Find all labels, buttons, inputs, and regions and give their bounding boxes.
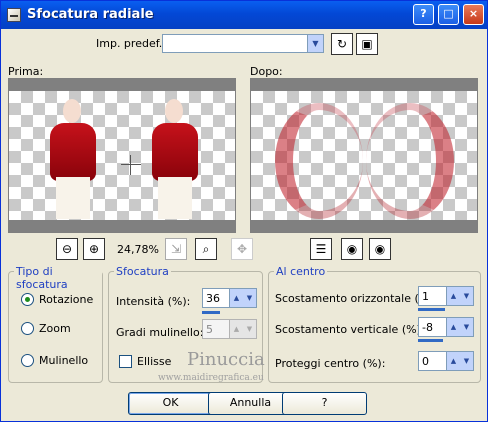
before-checkerboard bbox=[9, 91, 235, 220]
after-blur-right bbox=[366, 103, 454, 219]
vertical-slider-fill[interactable] bbox=[418, 339, 443, 342]
zoom-out-icon[interactable]: ⊖ bbox=[56, 238, 78, 260]
watermark-name: Pinuccia bbox=[187, 349, 265, 370]
ellipse-checkbox-icon[interactable] bbox=[119, 355, 132, 368]
zoom-level: 24,78% bbox=[117, 243, 159, 256]
center-group: Al centro Scostamento orizzontale (%): 1… bbox=[268, 265, 481, 383]
vertical-offset-value: -8 bbox=[422, 321, 433, 334]
horizontal-slider-fill[interactable] bbox=[418, 308, 445, 311]
pan-icon[interactable]: ✥ bbox=[231, 238, 253, 260]
radio-rotazione[interactable]: Rotazione bbox=[21, 293, 93, 306]
before-figure-left bbox=[43, 99, 101, 225]
blur-type-group: Tipo di sfocatura Rotazione Zoom Mulinel… bbox=[8, 265, 103, 383]
ellipse-checkbox[interactable]: Ellisse bbox=[119, 355, 171, 368]
preset-dropdown[interactable]: ▼ bbox=[162, 34, 324, 53]
vertical-offset-spinner[interactable]: -8 ▲ ▼ bbox=[418, 317, 474, 337]
intensity-slider-fill[interactable] bbox=[202, 311, 220, 314]
horizontal-offset-label: Scostamento orizzontale (%): bbox=[275, 292, 438, 305]
center-title: Al centro bbox=[274, 265, 328, 278]
help-question-button[interactable]: ? bbox=[282, 392, 367, 415]
twirl-value: 5 bbox=[206, 323, 213, 336]
after-checkerboard bbox=[251, 91, 477, 220]
eye-preview-icon[interactable]: ◉ bbox=[341, 238, 363, 260]
app-icon bbox=[7, 8, 21, 22]
intensity-spinner[interactable]: 36 ▲ ▼ bbox=[202, 288, 257, 308]
help-button[interactable]: ? bbox=[413, 4, 434, 25]
intensity-value: 36 bbox=[206, 292, 220, 305]
vertical-offset-label: Scostamento verticale (%): bbox=[275, 323, 425, 336]
horizontal-offset-spinner[interactable]: 1 ▲ ▼ bbox=[418, 286, 474, 306]
center-crosshair-icon[interactable] bbox=[121, 155, 141, 175]
close-button[interactable]: × bbox=[463, 4, 484, 25]
blur-settings-title: Sfocatura bbox=[114, 265, 171, 278]
fit-window-icon[interactable]: ⇲ bbox=[165, 238, 187, 260]
after-blur-left bbox=[275, 103, 363, 219]
radio-zoom-icon[interactable] bbox=[21, 322, 34, 335]
chevron-down-icon[interactable]: ▼ bbox=[307, 35, 323, 52]
vertical-spin-buttons[interactable]: ▲ ▼ bbox=[446, 318, 473, 336]
intensity-label: Intensità (%): bbox=[116, 295, 191, 308]
radio-mulinello-icon[interactable] bbox=[21, 354, 34, 367]
horizontal-offset-value: 1 bbox=[422, 290, 429, 303]
preview-zoom-icon[interactable]: ⌕ bbox=[195, 238, 217, 260]
radio-mulinello[interactable]: Mulinello bbox=[21, 354, 88, 367]
preview-layout-icon[interactable]: ☰ bbox=[310, 238, 332, 260]
cancel-button[interactable]: Annulla bbox=[208, 392, 293, 415]
reset-preset-button[interactable]: ↻ bbox=[331, 33, 353, 55]
ok-button[interactable]: OK bbox=[128, 392, 213, 415]
twirl-label: Gradi mulinello: bbox=[116, 326, 204, 339]
maximize-button[interactable]: □ bbox=[438, 4, 459, 25]
protect-center-spinner[interactable]: 0 ▲ ▼ bbox=[418, 351, 474, 371]
zoom-in-icon[interactable]: ⊕ bbox=[83, 238, 105, 260]
window-title: Sfocatura radiale bbox=[27, 7, 154, 22]
intensity-spin-buttons[interactable]: ▲ ▼ bbox=[229, 289, 256, 307]
blur-type-title: Tipo di sfocatura bbox=[14, 265, 102, 291]
before-preview[interactable] bbox=[8, 78, 236, 233]
protect-center-value: 0 bbox=[422, 355, 429, 368]
save-preset-button[interactable]: ▣ bbox=[356, 33, 378, 55]
after-preview bbox=[250, 78, 478, 233]
title-bar: Sfocatura radiale ? □ × bbox=[1, 1, 487, 29]
watermark-site: www.maidiregrafica.eu bbox=[158, 373, 264, 383]
radial-blur-dialog: Sfocatura radiale ? □ × Imp. predef.: ▼ … bbox=[0, 0, 488, 422]
eye-toggle-icon[interactable]: ◉ bbox=[369, 238, 391, 260]
after-label: Dopo: bbox=[250, 65, 283, 78]
before-label: Prima: bbox=[8, 65, 44, 78]
before-figure-right bbox=[145, 99, 203, 225]
horizontal-spin-buttons[interactable]: ▲ ▼ bbox=[446, 287, 473, 305]
preset-label: Imp. predef.: bbox=[96, 37, 166, 50]
twirl-spin-buttons[interactable]: ▲ ▼ bbox=[229, 320, 256, 338]
protect-center-label: Proteggi centro (%): bbox=[275, 357, 386, 370]
radio-rotazione-icon[interactable] bbox=[21, 293, 34, 306]
protect-spin-buttons[interactable]: ▲ ▼ bbox=[446, 352, 473, 370]
radio-zoom[interactable]: Zoom bbox=[21, 322, 71, 335]
twirl-spinner[interactable]: 5 ▲ ▼ bbox=[202, 319, 257, 339]
